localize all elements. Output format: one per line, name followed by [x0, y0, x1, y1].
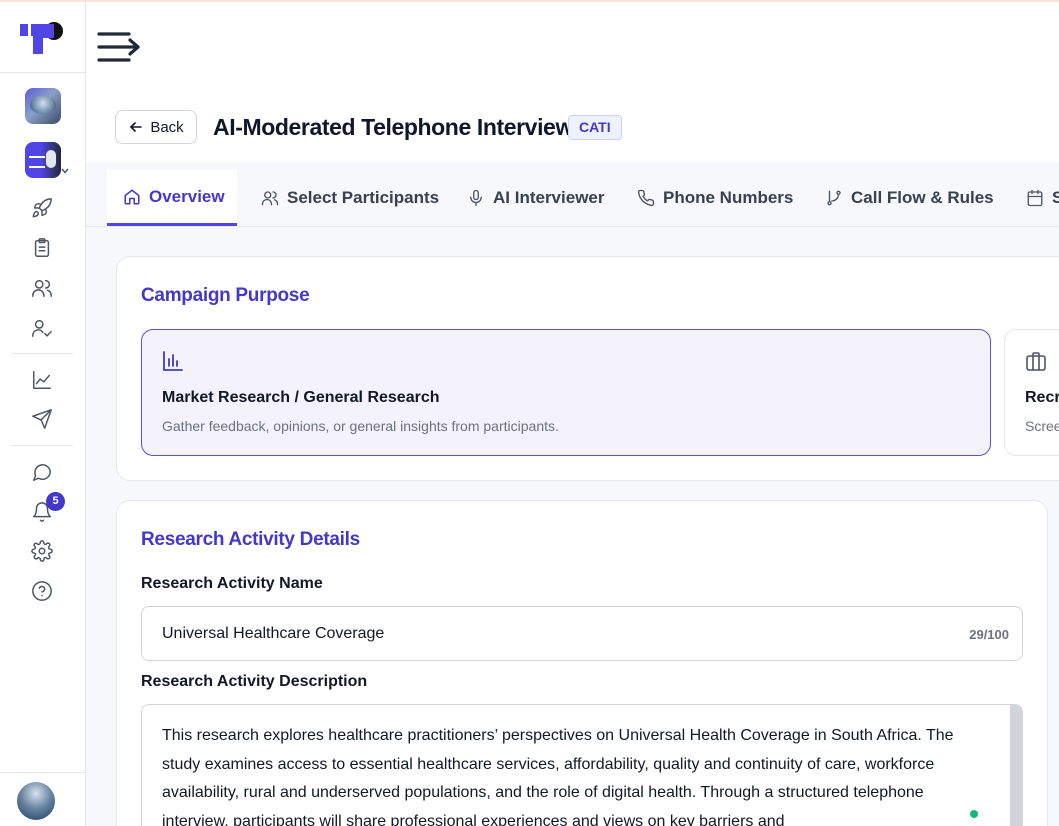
- activity-name-input[interactable]: Universal Healthcare Coverage 29/100: [141, 606, 1023, 661]
- chart-line-icon[interactable]: [31, 369, 53, 391]
- back-button[interactable]: Back: [115, 110, 197, 144]
- textarea-value: This research explores healthcare practi…: [162, 727, 954, 826]
- tab-call-flow-rules[interactable]: Call Flow & Rules: [825, 170, 994, 226]
- input-value: Universal Healthcare Coverage: [162, 625, 385, 642]
- branch-icon: [827, 190, 841, 206]
- calendar-icon: [1027, 189, 1043, 207]
- tab-overview[interactable]: Overview: [107, 170, 237, 226]
- main-content: Back AI-Moderated Telephone Interview CA…: [86, 92, 1059, 826]
- home-icon: [124, 189, 140, 204]
- user-avatar[interactable]: [17, 782, 55, 820]
- grammar-indicator: [970, 810, 978, 818]
- sidebar-divider: [12, 353, 73, 354]
- tab-label: Phone Numbers: [663, 188, 794, 207]
- tab-phone-numbers[interactable]: Phone Numbers: [637, 170, 793, 226]
- option-description: Scree: [1025, 418, 1059, 434]
- chevron-down-icon[interactable]: [60, 166, 70, 176]
- sidebar: 5: [0, 2, 86, 826]
- tab-label: AI Interviewer: [493, 188, 605, 207]
- mode-tag: CATI: [568, 115, 622, 140]
- tab-label: Call Flow & Rules: [851, 188, 994, 207]
- option-title: Market Research / General Research: [162, 389, 440, 406]
- help-icon[interactable]: [31, 580, 53, 602]
- notification-badge: 5: [46, 492, 65, 511]
- phone-icon: [637, 189, 655, 207]
- users-icon: [261, 191, 279, 206]
- bar-chart-icon: [163, 351, 183, 371]
- option-title: Recr: [1025, 389, 1059, 406]
- textarea-scrollbar[interactable]: [1010, 705, 1022, 826]
- workspace-avatar-1[interactable]: [25, 88, 61, 124]
- workspace-avatar-2[interactable]: [25, 142, 61, 178]
- app-logo[interactable]: [20, 22, 66, 56]
- page-title: AI-Moderated Telephone Interview: [213, 114, 573, 140]
- activity-description-textarea[interactable]: This research explores healthcare practi…: [141, 704, 1023, 826]
- send-icon[interactable]: [31, 408, 53, 430]
- sidebar-divider: [12, 445, 73, 446]
- tab-label: Overview: [149, 186, 225, 206]
- section-title: Research Activity Details: [141, 529, 360, 550]
- menu-toggle-icon[interactable]: [96, 28, 142, 66]
- back-label: Back: [150, 118, 184, 136]
- mic-icon: [470, 189, 482, 207]
- page-header: Back AI-Moderated Telephone Interview CA…: [86, 92, 1059, 163]
- tab-label: Select Participants: [287, 188, 440, 207]
- character-count: 29/100: [969, 627, 1009, 642]
- campaign-purpose-card: Campaign Purpose Market Research / Gener…: [116, 256, 1059, 481]
- users-icon[interactable]: [31, 277, 53, 299]
- rocket-icon[interactable]: [31, 197, 53, 219]
- tab-label: S: [1052, 188, 1059, 207]
- tab-schedule[interactable]: S: [1026, 170, 1059, 226]
- arrow-left-icon: [130, 122, 143, 132]
- chat-icon[interactable]: [31, 461, 53, 483]
- section-title: Campaign Purpose: [141, 285, 310, 306]
- settings-icon[interactable]: [31, 540, 53, 562]
- top-bar: [86, 2, 1059, 93]
- activity-description-label: Research Activity Description: [141, 673, 368, 690]
- research-details-card: Research Activity Details Research Activ…: [116, 500, 1048, 826]
- clipboard-icon[interactable]: [31, 237, 53, 259]
- tab-bar: Overview Select Participants AI Intervie…: [86, 162, 1059, 227]
- user-check-icon[interactable]: [31, 317, 53, 339]
- tab-select-participants[interactable]: Select Participants: [261, 170, 439, 226]
- purpose-option-recruitment[interactable]: Recr Scree: [1004, 329, 1059, 456]
- sidebar-divider: [0, 72, 85, 73]
- option-description: Gather feedback, opinions, or general in…: [162, 418, 559, 434]
- briefcase-icon: [1026, 352, 1046, 371]
- purpose-option-market-research[interactable]: Market Research / General Research Gathe…: [141, 329, 991, 456]
- tab-ai-interviewer[interactable]: AI Interviewer: [467, 170, 605, 226]
- activity-name-label: Research Activity Name: [141, 575, 323, 592]
- sidebar-divider: [0, 772, 85, 773]
